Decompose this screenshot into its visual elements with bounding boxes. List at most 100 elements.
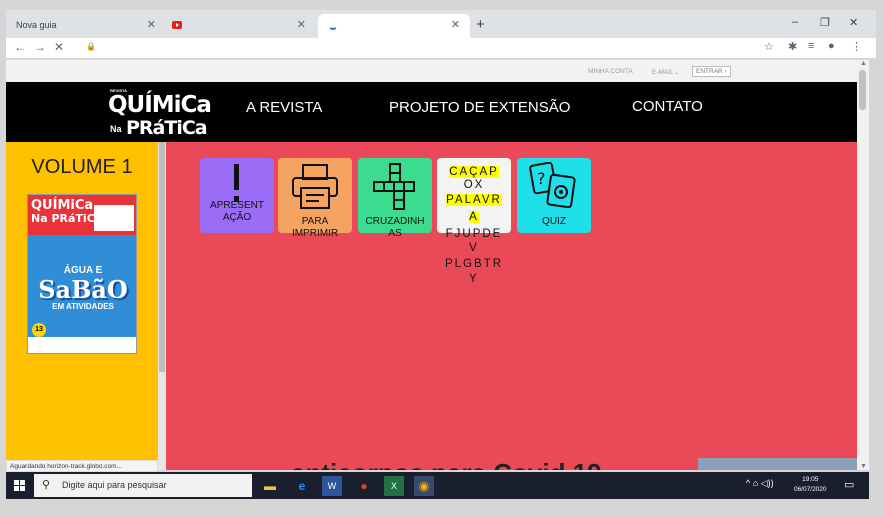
user-bar: MINHA CONTA E-MAIL⌄ ENTRAR › — [6, 60, 857, 82]
quiz-icon: ? — [529, 162, 576, 209]
sidebar-scrollbar[interactable] — [158, 142, 166, 470]
extensions-icon[interactable]: ✱ — [788, 40, 797, 53]
word-search-highlight: A — [469, 211, 479, 223]
logo-main-text: QUÍMiCa — [108, 92, 212, 118]
notification-icon[interactable]: ▭ — [844, 478, 854, 491]
word-search-row: FJUPDE — [445, 228, 503, 240]
tab-youtube[interactable]: ✕ — [166, 14, 316, 38]
file-explorer-icon[interactable]: ▬ — [260, 476, 280, 496]
volume-title: VOLUME 1 — [31, 156, 133, 178]
printer-icon — [292, 164, 338, 209]
nav-projeto-de-extensao[interactable]: PROJETO DE EXTENSÃO — [389, 99, 570, 116]
card-quiz[interactable]: ? QUIZ — [517, 158, 591, 233]
cover-title-line1: QUÍMiCa — [31, 198, 94, 213]
scroll-up-icon[interactable]: ▲ — [860, 60, 867, 67]
tab-loading[interactable]: ✕ — [318, 14, 470, 38]
youtube-icon — [172, 21, 182, 29]
reading-list-icon[interactable]: ≡ — [808, 40, 814, 52]
word-search-highlight: CAÇAP — [449, 166, 499, 178]
card-label-line: PARA — [301, 216, 329, 227]
excel-icon[interactable]: X — [384, 476, 404, 496]
profile-icon[interactable]: ● — [828, 40, 835, 52]
maximize-button[interactable]: ❐ — [820, 16, 830, 29]
powerpoint-icon[interactable]: ● — [354, 476, 374, 496]
word-search-highlight: PALAVR — [446, 194, 502, 206]
site-logo[interactable]: REVISTA QUÍMiCa Na PRáTiCa — [104, 88, 212, 139]
word-search-row: OX — [463, 179, 485, 191]
magazine-cover[interactable]: QUÍMiCa Na PRáTiCa ÁGUA E SaBãO EM ATIVI… — [27, 194, 137, 354]
cover-atividades-text: EM ATIVIDADES — [52, 302, 114, 311]
cover-sponsor-logos — [94, 205, 134, 231]
loading-spinner-icon — [328, 20, 338, 30]
stop-loading-icon[interactable]: ✕ — [54, 40, 64, 54]
card-label-line: IMPRIMIR — [291, 228, 339, 239]
svg-text:?: ? — [537, 169, 546, 188]
card-label: QUIZ — [542, 216, 566, 227]
taskbar: ⚲ Digite aqui para pesquisar ▬ e W ● X ◉… — [6, 472, 869, 499]
partial-image — [698, 458, 857, 470]
close-tab-icon[interactable]: ✕ — [451, 18, 460, 31]
card-label-line: AÇÃO — [222, 212, 252, 223]
nav-a-revista[interactable]: A REVISTA — [246, 99, 322, 116]
word-search-row: A — [437, 211, 511, 223]
word-icon[interactable]: W — [322, 476, 342, 496]
menu-icon[interactable]: ⋮ — [851, 40, 862, 53]
taskbar-clock[interactable]: 19:05 06/07/2020 — [794, 475, 827, 495]
logo-sub-text: PRáTiCa — [126, 117, 208, 139]
page-scroll-thumb[interactable] — [859, 70, 866, 110]
forward-icon[interactable]: → — [34, 40, 46, 54]
close-window-button[interactable]: ✕ — [849, 16, 858, 29]
close-tab-icon[interactable]: ✕ — [147, 18, 156, 31]
partial-headline[interactable]: anticorpos para Covid 19 — [291, 458, 602, 470]
card-cruzadinhas[interactable]: CRUZADINH AS — [358, 158, 432, 239]
page-viewport: MINHA CONTA E-MAIL⌄ ENTRAR › REVISTA QUÍ… — [6, 60, 857, 470]
lock-icon[interactable]: 🔒 — [86, 42, 96, 51]
site-header: REVISTA QUÍMiCa Na PRáTiCa A REVISTA PRO… — [6, 82, 857, 142]
main-content: APRESENT AÇÃO PARA IMPRIMIR CRUZADINH AS… — [166, 142, 857, 470]
search-icon: ⚲ — [42, 479, 51, 491]
card-label-line: APRESENT — [210, 200, 264, 211]
windows-start-icon[interactable] — [6, 472, 34, 499]
card-para-imprimir[interactable]: PARA IMPRIMIR — [278, 158, 352, 239]
clock-time: 19:05 — [802, 476, 819, 483]
new-tab-button[interactable]: + — [476, 16, 485, 33]
login-button[interactable]: ENTRAR › — [692, 66, 731, 77]
cover-sabao-text: SaBãO — [38, 275, 128, 304]
back-icon[interactable]: ← — [14, 40, 26, 54]
sidebar-scroll-thumb[interactable] — [159, 142, 165, 372]
crossword-icon — [373, 163, 415, 210]
browser-toolbar: ← → ✕ 🔒 ☆ ✱ ≡ ● ⋮ — [6, 38, 876, 58]
word-search-row: Y — [469, 273, 479, 285]
edge-icon[interactable]: e — [292, 476, 312, 496]
email-link[interactable]: E-MAIL⌄ — [652, 68, 679, 76]
card-label-line: CRUZADINH — [365, 216, 425, 227]
card-apresentacao[interactable]: APRESENT AÇÃO — [200, 158, 274, 233]
tab-nova-guia[interactable]: Nova guia ✕ — [6, 14, 166, 38]
word-search-row: V — [469, 242, 479, 254]
exclamation-icon — [234, 164, 239, 202]
search-placeholder: Digite aqui para pesquisar — [62, 480, 167, 490]
card-label: PARA IMPRIMIR — [278, 216, 352, 240]
word-search-row: PALAVR — [437, 194, 511, 206]
taskbar-search[interactable]: ⚲ Digite aqui para pesquisar — [34, 474, 252, 497]
system-tray-icons[interactable]: ^ ⌂ ◁)) — [746, 478, 774, 489]
cover-title-line2: Na PRáTiCa — [31, 212, 103, 225]
word-search-row: PLGBTR — [444, 258, 503, 270]
card-caca-palavra[interactable]: CAÇAP OX PALAVR A FJUPDE V PLGBTR Y — [437, 158, 511, 285]
nav-contato[interactable]: CONTATO — [632, 98, 703, 115]
loading-status: Aguardando horizon-track.globo.com... — [6, 460, 158, 472]
scroll-down-icon[interactable]: ▼ — [860, 463, 867, 470]
card-label-line: AS — [388, 228, 402, 239]
close-tab-icon[interactable]: ✕ — [297, 18, 306, 31]
chrome-icon[interactable]: ◉ — [414, 476, 434, 496]
clock-date: 06/07/2020 — [794, 486, 827, 493]
card-label: CRUZADINH AS — [358, 216, 432, 240]
page-scrollbar[interactable]: ▲ ▼ — [857, 60, 869, 470]
cover-issue-number: 13 — [32, 323, 46, 337]
minimize-button[interactable]: – — [792, 16, 798, 28]
bookmark-star-icon[interactable]: ☆ — [764, 40, 774, 53]
cover-footer — [28, 337, 136, 353]
tab-strip: Nova guia ✕ ✕ ✕ + – ❐ ✕ — [6, 10, 876, 38]
my-account-link[interactable]: MINHA CONTA — [588, 68, 633, 75]
screen: Nova guia ✕ ✕ ✕ + – ❐ ✕ ← → ✕ 🔒 ☆ ✱ ≡ ● … — [0, 0, 884, 517]
